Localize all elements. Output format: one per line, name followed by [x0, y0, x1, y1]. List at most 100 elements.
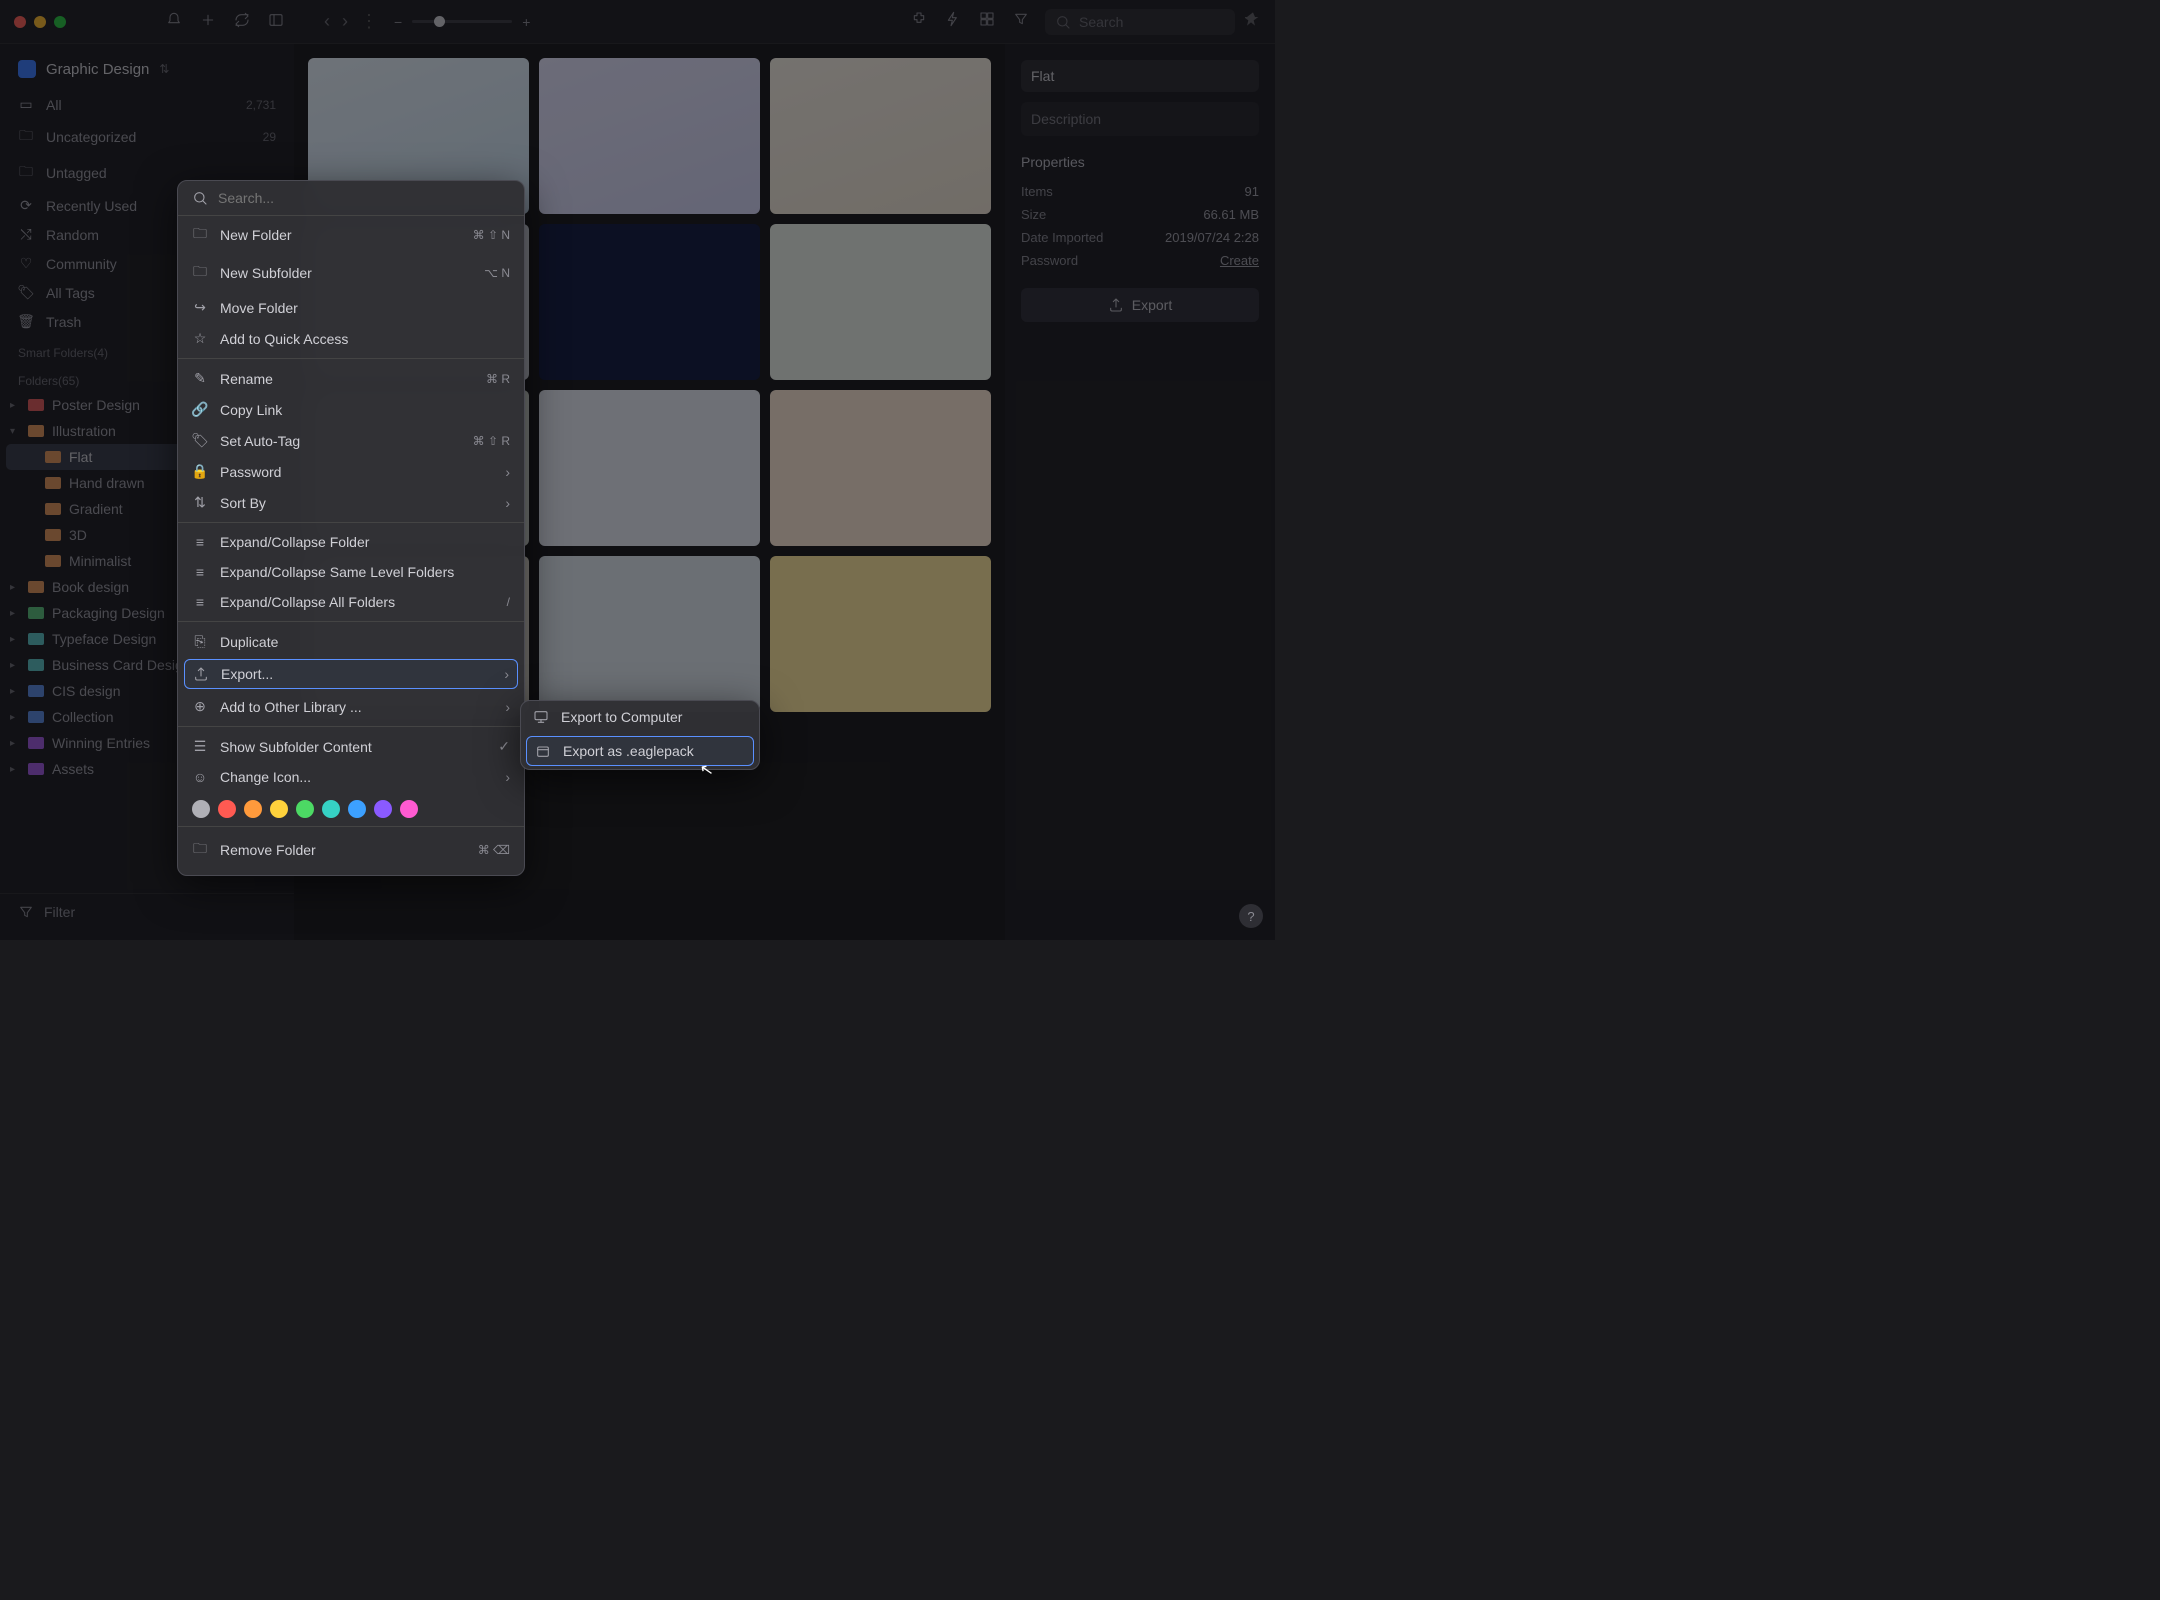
sync-icon[interactable] — [234, 12, 250, 31]
ctx-item-label: Move Folder — [220, 300, 298, 316]
disclosure-icon: ▾ — [10, 426, 20, 437]
color-swatch[interactable] — [192, 800, 210, 818]
context-search-input[interactable] — [178, 181, 524, 216]
tile-11[interactable] — [539, 556, 760, 712]
help-button[interactable]: ? — [1239, 904, 1263, 928]
ctx-duplicate[interactable]: ⎘Duplicate — [178, 626, 524, 657]
disclosure-icon: ▸ — [10, 738, 20, 749]
zoom-window-button[interactable] — [54, 16, 66, 28]
folder-icon — [28, 581, 44, 593]
nav-icon: ⟳ — [18, 197, 34, 214]
disclosure-icon: ▸ — [10, 764, 20, 775]
nav-label: Trash — [46, 314, 81, 330]
ctx-item-label: New Subfolder — [220, 265, 312, 281]
nav-label: Community — [46, 256, 117, 272]
prop-row-date-imported: Date Imported2019/07/24 2:28 — [1021, 226, 1259, 249]
prop-value[interactable]: Create — [1220, 253, 1259, 268]
ctx-item-icon: 🏷 — [192, 432, 208, 449]
shortcut: ⌘ R — [486, 372, 510, 386]
nav-all[interactable]: ▭All2,731 — [0, 90, 294, 119]
layout-icon[interactable] — [979, 11, 995, 32]
submenu-export-computer[interactable]: Export to Computer — [521, 701, 759, 733]
ctx-change-icon[interactable]: ☺Change Icon...› — [178, 762, 524, 792]
ctx-expand-collapse-all-folders[interactable]: ≡Expand/Collapse All Folders/ — [178, 587, 524, 617]
submenu-export-eaglepack[interactable]: Export as .eaglepack — [526, 736, 754, 766]
plugins-icon[interactable] — [911, 11, 927, 32]
chevron-right-icon: › — [504, 666, 509, 682]
folder-title-input[interactable] — [1021, 60, 1259, 92]
color-swatch[interactable] — [218, 800, 236, 818]
actions-icon[interactable] — [945, 11, 961, 32]
description-input[interactable]: Description — [1021, 102, 1259, 136]
ctx-new-subfolder[interactable]: 🗀New Subfolder⌥ N — [178, 254, 524, 292]
ctx-password[interactable]: 🔒Password› — [178, 456, 524, 487]
color-swatch[interactable] — [348, 800, 366, 818]
prop-key: Password — [1021, 253, 1078, 268]
back-button[interactable]: ‹ — [324, 11, 330, 32]
ctx-move-folder[interactable]: ↪Move Folder — [178, 292, 524, 323]
prop-row-password: Password Create — [1021, 249, 1259, 272]
library-selector[interactable]: Graphic Design ⇅ — [0, 54, 294, 90]
tile-8[interactable] — [539, 390, 760, 546]
color-swatch[interactable] — [322, 800, 340, 818]
export-button[interactable]: Export — [1021, 288, 1259, 322]
submenu-opt2-label: Export as .eaglepack — [563, 743, 694, 759]
disclosure-icon: ▸ — [10, 634, 20, 645]
tile-2[interactable] — [539, 58, 760, 214]
folder-icon — [28, 659, 44, 671]
tile-12[interactable] — [770, 556, 991, 712]
forward-button[interactable]: › — [342, 11, 348, 32]
ctx-show-subfolder[interactable]: ☰Show Subfolder Content✓ — [178, 731, 524, 762]
nav-label: All Tags — [46, 285, 95, 301]
color-swatch[interactable] — [400, 800, 418, 818]
ctx-remove-folder[interactable]: 🗀Remove Folder⌘ ⌫ — [178, 831, 524, 869]
ctx-new-folder[interactable]: 🗀New Folder⌘ ⇧ N — [178, 216, 524, 254]
library-icon — [18, 60, 36, 78]
folder-label: Book design — [52, 579, 129, 595]
folder-label: Assets — [52, 761, 94, 777]
search-input[interactable]: Search — [1045, 9, 1235, 35]
folder-label: Winning Entries — [52, 735, 150, 751]
color-swatch[interactable] — [296, 800, 314, 818]
shortcut: / — [507, 595, 510, 609]
nav-icon: ▭ — [18, 96, 34, 113]
ctx-set-auto-tag[interactable]: 🏷Set Auto-Tag⌘ ⇧ R — [178, 425, 524, 456]
ctx-export[interactable]: Export... › — [184, 659, 518, 689]
sidebar-toggle-icon[interactable] — [268, 12, 284, 31]
tile-5[interactable] — [539, 224, 760, 380]
ctx-item-icon: 🔒 — [192, 463, 208, 480]
ctx-expand-collapse-same-level-folders[interactable]: ≡Expand/Collapse Same Level Folders — [178, 557, 524, 587]
tile-6[interactable] — [770, 224, 991, 380]
nav-icon: 🗑 — [18, 313, 34, 330]
tile-9[interactable] — [770, 390, 991, 546]
ctx-expand-collapse-folder[interactable]: ≡Expand/Collapse Folder — [178, 527, 524, 557]
context-menu: 🗀New Folder⌘ ⇧ N🗀New Subfolder⌥ N↪Move F… — [177, 180, 525, 876]
nav-uncategorized[interactable]: 🗀Uncategorized29 — [0, 119, 294, 155]
color-swatch[interactable] — [270, 800, 288, 818]
ctx-copy-link[interactable]: 🔗Copy Link — [178, 394, 524, 425]
zoom-out-icon[interactable]: − — [394, 14, 402, 30]
nav-icon: 🏷 — [18, 284, 34, 301]
filter-row[interactable]: Filter — [0, 893, 294, 930]
shortcut: ⌘ ⇧ N — [473, 228, 510, 242]
minimize-window-button[interactable] — [34, 16, 46, 28]
ctx-add-other-library[interactable]: ⊕Add to Other Library ...› — [178, 691, 524, 722]
pin-icon[interactable] — [1245, 11, 1261, 32]
chevron-right-icon: › — [505, 769, 510, 785]
nav-count: 2,731 — [246, 98, 276, 112]
folder-label: Packaging Design — [52, 605, 165, 621]
tile-3[interactable] — [770, 58, 991, 214]
ctx-sort-by[interactable]: ⇅Sort By› — [178, 487, 524, 518]
zoom-slider[interactable]: − + — [394, 14, 530, 30]
add-icon[interactable] — [200, 12, 216, 31]
filter-icon[interactable] — [1013, 11, 1029, 32]
color-swatch[interactable] — [374, 800, 392, 818]
color-swatch[interactable] — [244, 800, 262, 818]
folder-icon — [28, 425, 44, 437]
ctx-add-to-quick-access[interactable]: ☆Add to Quick Access — [178, 323, 524, 354]
ctx-rename[interactable]: ✎Rename⌘ R — [178, 363, 524, 394]
folder-label: Minimalist — [69, 553, 131, 569]
zoom-in-icon[interactable]: + — [522, 14, 530, 30]
close-window-button[interactable] — [14, 16, 26, 28]
notifications-icon[interactable] — [166, 12, 182, 31]
